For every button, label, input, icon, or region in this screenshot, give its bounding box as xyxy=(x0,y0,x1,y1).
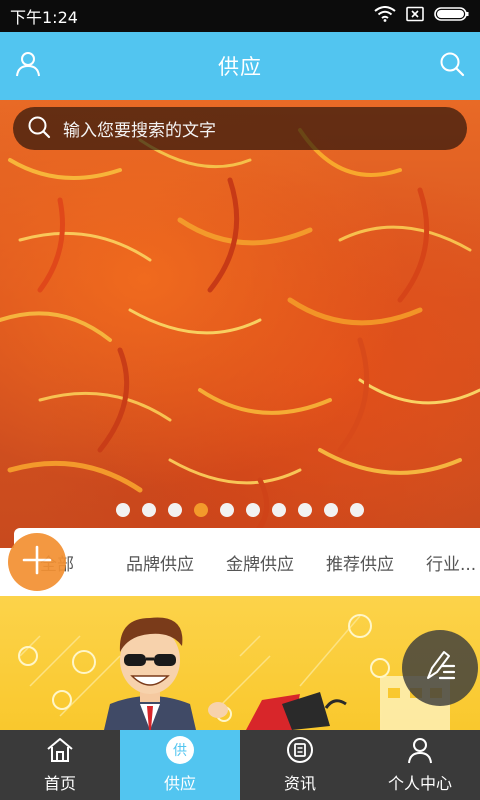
carousel-dot[interactable] xyxy=(142,503,156,517)
nav-item-news[interactable]: 资讯 xyxy=(240,730,360,800)
search-icon xyxy=(27,115,51,143)
nav-label: 资讯 xyxy=(283,774,316,793)
carousel-dot[interactable] xyxy=(298,503,312,517)
news-icon xyxy=(286,736,314,764)
banner-carousel[interactable] xyxy=(0,100,480,548)
carousel-dot[interactable] xyxy=(350,503,364,517)
user-button[interactable] xyxy=(12,50,44,82)
home-icon xyxy=(46,736,74,764)
search-input[interactable]: 输入您要搜索的文字 xyxy=(13,107,467,150)
carousel-dot[interactable] xyxy=(246,503,260,517)
edit-button[interactable] xyxy=(402,630,478,706)
supply-badge: 供 xyxy=(166,736,194,764)
profile-icon xyxy=(406,736,434,764)
carousel-dot[interactable] xyxy=(220,503,234,517)
supply-badge-icon: 供 xyxy=(166,736,194,764)
tab-brand-supply[interactable]: 品牌供应 xyxy=(126,550,194,575)
status-time: 下午1:24 xyxy=(10,8,78,27)
category-tabs: 全部 品牌供应 金牌供应 推荐供应 行业... xyxy=(14,528,480,594)
carousel-indicator xyxy=(0,503,480,517)
user-icon xyxy=(14,50,42,82)
carousel-dot[interactable] xyxy=(324,503,338,517)
nav-label: 个人中心 xyxy=(387,774,452,793)
app-header: 供应 xyxy=(0,32,480,100)
tab-industry[interactable]: 行业... xyxy=(426,550,476,575)
nav-label: 首页 xyxy=(43,774,76,793)
carousel-dot[interactable] xyxy=(168,503,182,517)
search-icon xyxy=(439,51,465,81)
nav-label: 供应 xyxy=(163,774,196,793)
banner-image xyxy=(0,128,480,548)
bottom-nav: 首页 供 供应 资讯 个人中心 xyxy=(0,730,480,800)
sim-card-icon xyxy=(406,6,424,26)
battery-icon xyxy=(434,6,470,26)
search-placeholder: 输入您要搜索的文字 xyxy=(63,121,216,141)
wifi-icon xyxy=(374,6,396,26)
page-title: 供应 xyxy=(218,55,262,79)
edit-list-icon xyxy=(422,648,458,688)
tab-recommended-supply[interactable]: 推荐供应 xyxy=(326,550,394,575)
nav-item-supply[interactable]: 供 供应 xyxy=(120,730,240,800)
nav-item-profile[interactable]: 个人中心 xyxy=(360,730,480,800)
carousel-dot[interactable] xyxy=(116,503,130,517)
status-icons xyxy=(374,6,470,26)
header-search-button[interactable] xyxy=(436,50,468,82)
carousel-dot-active[interactable] xyxy=(194,503,208,517)
nav-item-home[interactable]: 首页 xyxy=(0,730,120,800)
tab-gold-supply[interactable]: 金牌供应 xyxy=(226,550,294,575)
plus-icon xyxy=(22,545,52,579)
app-screen: 下午1:24 供应 输入您要搜索的文字 品牌供应 金牌供应 推荐供应 行业...… xyxy=(0,0,480,800)
status-bar: 下午1:24 xyxy=(0,0,480,32)
add-button[interactable] xyxy=(8,533,66,591)
carousel-dot[interactable] xyxy=(272,503,286,517)
